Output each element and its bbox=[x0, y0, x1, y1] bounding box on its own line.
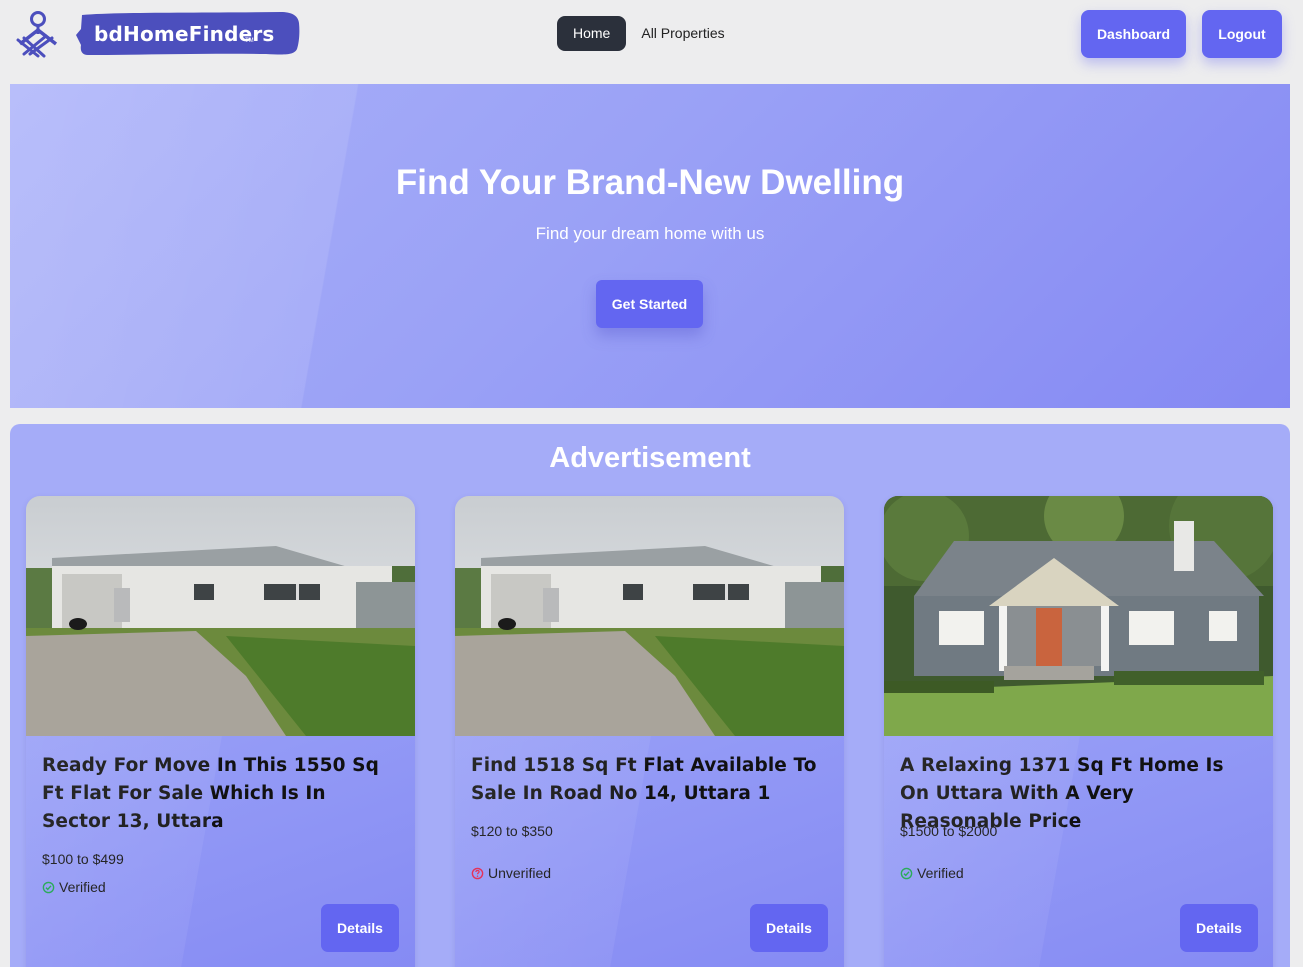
property-card: A Relaxing 1371 Sq Ft Home Is On Uttara … bbox=[884, 496, 1273, 967]
hero-title: Find Your Brand-New Dwelling bbox=[395, 163, 905, 202]
advertisement-section: Advertisement Ready For Move In This 155… bbox=[10, 424, 1290, 967]
property-image bbox=[884, 496, 1273, 736]
property-card: Ready For Move In This 1550 Sq Ft Flat F… bbox=[26, 496, 415, 967]
nav-all-properties[interactable]: All Properties bbox=[626, 16, 724, 51]
verification-status: Verified bbox=[900, 865, 964, 881]
property-card: Find 1518 Sq Ft Flat Available To Sale I… bbox=[455, 496, 844, 967]
hero-sheen bbox=[10, 84, 1290, 408]
get-started-button[interactable]: Get Started bbox=[596, 280, 703, 328]
property-image bbox=[455, 496, 844, 736]
dashboard-button[interactable]: Dashboard bbox=[1081, 10, 1186, 58]
property-image bbox=[26, 496, 415, 736]
details-button[interactable]: Details bbox=[321, 904, 399, 952]
advertisement-title: Advertisement bbox=[549, 442, 751, 474]
hero-banner: Find Your Brand-New Dwelling Find your d… bbox=[10, 84, 1290, 408]
location-pin-icon bbox=[16, 11, 58, 58]
property-title: Find 1518 Sq Ft Flat Available To Sale I… bbox=[471, 755, 817, 804]
check-circle-icon bbox=[42, 881, 55, 893]
property-price: $1500 to $2000 bbox=[900, 823, 998, 839]
logout-button[interactable]: Logout bbox=[1202, 10, 1282, 58]
details-button[interactable]: Details bbox=[1180, 904, 1258, 952]
details-button[interactable]: Details bbox=[750, 904, 828, 952]
verification-status: Unverified bbox=[471, 865, 551, 881]
question-circle-icon bbox=[471, 867, 484, 879]
main-nav: Home All Properties bbox=[557, 16, 725, 51]
logo-trademark: TM bbox=[245, 38, 254, 44]
property-price: $100 to $499 bbox=[42, 851, 124, 867]
status-label: Unverified bbox=[488, 865, 552, 881]
navbar: bdHomeFinders TM Home All Properties Das… bbox=[0, 0, 1303, 70]
property-price: $120 to $350 bbox=[471, 823, 553, 839]
nav-home[interactable]: Home bbox=[557, 16, 627, 51]
property-title: Ready For Move In This 1550 Sq Ft Flat F… bbox=[42, 755, 379, 832]
status-label: Verified bbox=[917, 865, 964, 881]
verification-status: Verified bbox=[42, 879, 106, 895]
check-circle-icon bbox=[900, 867, 913, 879]
hero-subtitle: Find your dream home with us bbox=[535, 224, 765, 243]
site-logo[interactable]: bdHomeFinders TM bbox=[16, 10, 300, 60]
status-label: Verified bbox=[59, 879, 106, 895]
